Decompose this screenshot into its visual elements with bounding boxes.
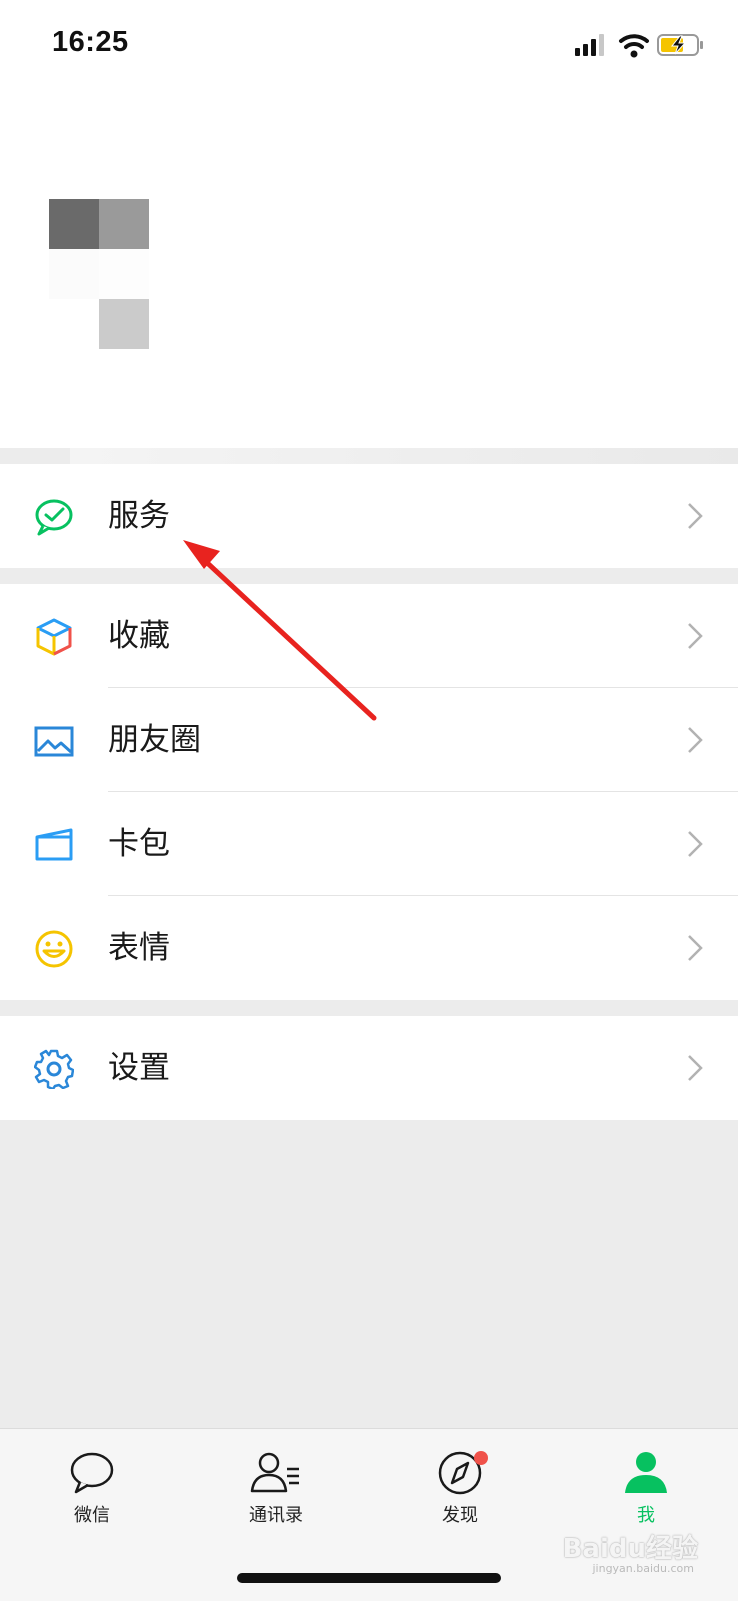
tab-label: 通讯录 bbox=[249, 1505, 303, 1526]
service-icon bbox=[34, 497, 74, 537]
menu-item-settings[interactable]: 设置 bbox=[0, 1016, 738, 1120]
person-icon bbox=[625, 1452, 667, 1493]
tab-contacts[interactable]: 通讯录 bbox=[216, 1449, 336, 1539]
chevron-right-icon bbox=[686, 830, 704, 858]
tab-label: 我 bbox=[637, 1505, 655, 1526]
tab-label: 微信 bbox=[74, 1505, 110, 1526]
watermark-url: jingyan.baidu.com bbox=[592, 1562, 694, 1575]
tab-label: 发现 bbox=[442, 1505, 478, 1526]
menu-group-main: 收藏 朋友圈 卡包 表情 bbox=[0, 584, 738, 1000]
avatar[interactable] bbox=[49, 199, 149, 349]
chevron-right-icon bbox=[686, 726, 704, 754]
tab-chats[interactable]: 微信 bbox=[32, 1449, 152, 1539]
profile-header[interactable] bbox=[0, 90, 738, 448]
status-time: 16:25 bbox=[52, 26, 129, 58]
menu-item-favorites[interactable]: 收藏 bbox=[0, 584, 738, 688]
profile-divider bbox=[70, 448, 738, 464]
menu-item-moments[interactable]: 朋友圈 bbox=[0, 688, 738, 792]
image-icon bbox=[34, 721, 74, 761]
menu-item-service[interactable]: 服务 bbox=[0, 464, 738, 568]
contacts-icon bbox=[250, 1452, 299, 1493]
tab-me[interactable]: 我 bbox=[586, 1449, 706, 1539]
status-bar: 16:25 bbox=[0, 0, 738, 90]
chevron-right-icon bbox=[686, 934, 704, 962]
signal-icon bbox=[575, 34, 604, 56]
menu-item-label: 卡包 bbox=[108, 826, 170, 862]
battery-charging-icon bbox=[657, 34, 703, 56]
menu-item-label: 表情 bbox=[108, 930, 170, 966]
wifi-icon bbox=[619, 34, 649, 58]
smile-icon bbox=[34, 929, 74, 969]
menu-item-label: 设置 bbox=[108, 1050, 170, 1086]
gear-icon bbox=[33, 1049, 75, 1091]
menu-item-cards[interactable]: 卡包 bbox=[0, 792, 738, 896]
menu-item-label: 朋友圈 bbox=[108, 722, 201, 758]
watermark: Baidu经验 bbox=[562, 1534, 698, 1564]
menu-item-stickers[interactable]: 表情 bbox=[0, 896, 738, 1000]
box-icon bbox=[34, 617, 74, 657]
home-indicator[interactable] bbox=[237, 1573, 501, 1583]
menu-item-label: 收藏 bbox=[108, 618, 170, 654]
chevron-right-icon bbox=[686, 502, 704, 530]
chevron-right-icon bbox=[686, 622, 704, 650]
menu-group-service: 服务 bbox=[0, 464, 738, 568]
menu-group-settings: 设置 bbox=[0, 1016, 738, 1120]
wallet-icon bbox=[34, 825, 74, 865]
notification-dot bbox=[474, 1451, 488, 1465]
chat-bubble-icon bbox=[70, 1452, 114, 1494]
chevron-right-icon bbox=[686, 1054, 704, 1082]
menu-item-label: 服务 bbox=[108, 498, 170, 534]
status-icons bbox=[575, 30, 710, 60]
tab-discover[interactable]: 发现 bbox=[400, 1449, 520, 1539]
